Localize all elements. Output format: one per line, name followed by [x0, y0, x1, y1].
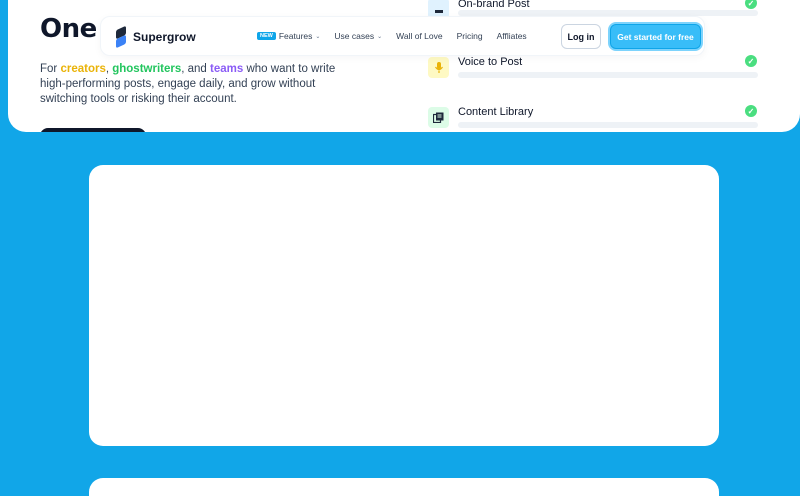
nav-label: Affliates: [496, 31, 527, 41]
hero-description: For creators, ghostwriters, and teams wh…: [40, 62, 340, 107]
brand-logo-link[interactable]: Supergrow: [115, 28, 196, 46]
feature-label: Voice to Post: [458, 56, 523, 68]
library-icon: [428, 107, 449, 128]
page: One p For creators, ghostwriters, and te…: [0, 0, 800, 496]
nav-item-pricing[interactable]: Pricing: [457, 31, 483, 41]
nav-item-use-cases[interactable]: Use cases ⌄: [334, 31, 382, 41]
feature-label: Content Library: [458, 106, 534, 118]
login-button[interactable]: Log in: [561, 24, 601, 49]
chevron-down-icon: ⌄: [315, 33, 321, 40]
desc-sep2: , and: [181, 63, 211, 75]
get-started-button[interactable]: Get started for free: [610, 24, 701, 49]
check-icon: ✓: [745, 55, 757, 67]
check-icon: ✓: [745, 105, 757, 117]
feature-progress-bar: [458, 72, 758, 78]
new-badge: NEW: [257, 32, 276, 40]
microphone-icon: [428, 57, 449, 78]
check-icon: ✓: [745, 0, 757, 9]
highlight-creators: creators: [60, 63, 106, 75]
feature-label: On-brand Post: [458, 0, 530, 10]
hero-cta-button[interactable]: [40, 128, 146, 132]
top-navbar: Supergrow NEW Features ⌄ Use cases ⌄ Wal…: [100, 16, 705, 56]
feature-progress-bar: [458, 122, 758, 128]
highlight-teams: teams: [210, 63, 244, 75]
supergrow-logo-icon: [115, 28, 127, 46]
nav-label: Use cases: [334, 31, 375, 41]
desc-prefix: For: [40, 63, 61, 75]
brand-name: Supergrow: [133, 30, 196, 44]
chevron-down-icon: ⌄: [377, 33, 383, 40]
nav-label: Features: [278, 31, 313, 41]
nav-label: Pricing: [456, 31, 483, 41]
highlight-ghostwriters: ghostwriters: [112, 63, 182, 75]
content-panel: [89, 165, 719, 446]
content-panel-next: [89, 478, 719, 496]
nav-label: Wall of Love: [396, 31, 443, 41]
nav-item-affiliates[interactable]: Affliates: [497, 31, 527, 41]
nav-links: NEW Features ⌄ Use cases ⌄ Wall of Love …: [257, 31, 527, 41]
nav-item-features[interactable]: NEW Features ⌄: [257, 31, 320, 41]
nav-item-wall-of-love[interactable]: Wall of Love: [396, 31, 442, 41]
